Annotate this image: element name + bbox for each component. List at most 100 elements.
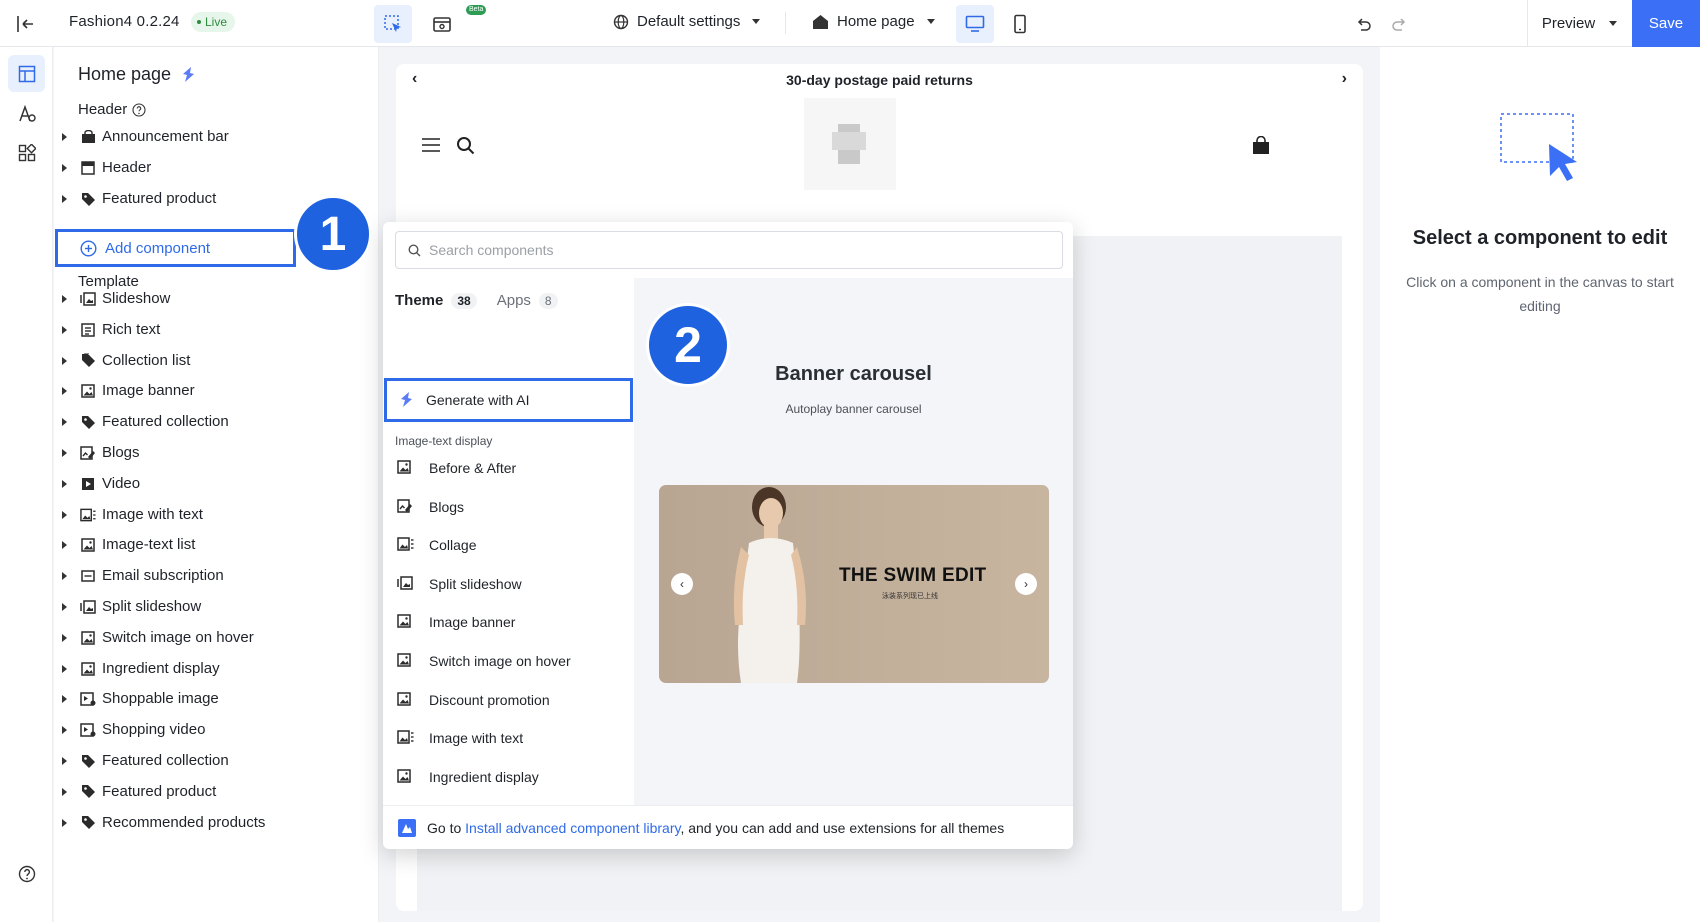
expand-arrow-icon[interactable] — [62, 603, 67, 611]
expand-arrow-icon[interactable] — [62, 295, 67, 303]
sidebar-item-label: Image banner — [102, 382, 195, 400]
sidebar-item[interactable]: Switch image on hover — [54, 623, 378, 653]
select-tool-button[interactable] — [374, 5, 412, 43]
sidebar-item[interactable]: Recommended products — [54, 808, 378, 838]
component-list-item[interactable]: Image banner — [383, 602, 634, 642]
expand-arrow-icon[interactable] — [62, 541, 67, 550]
expand-arrow-icon[interactable] — [62, 818, 67, 827]
sidebar-item[interactable]: Featured collection — [54, 407, 378, 437]
component-list-item[interactable]: Rich text — [383, 795, 634, 805]
menu-icon[interactable] — [421, 137, 441, 157]
exit-icon[interactable] — [12, 11, 38, 37]
expand-arrow-icon[interactable] — [62, 133, 67, 141]
add-component-button[interactable]: Add component — [55, 229, 296, 267]
layout-icon[interactable] — [8, 55, 45, 92]
sidebar-item[interactable]: Email subscription — [54, 561, 378, 591]
library-icon — [398, 818, 416, 837]
expand-arrow-icon[interactable] — [62, 418, 67, 427]
sidebar-item-label: Shoppable image — [102, 690, 219, 708]
expand-arrow-icon[interactable] — [62, 757, 67, 765]
slideshow-icon — [397, 576, 415, 592]
component-list-item[interactable]: Image with text — [383, 718, 634, 758]
search-input[interactable]: Search components — [395, 231, 1063, 269]
sidebar-item[interactable]: Collection list — [54, 346, 378, 376]
sidebar-item[interactable]: Shopping video — [54, 715, 378, 745]
expand-arrow-icon[interactable] — [62, 449, 67, 457]
sidebar-item-label: Image-text list — [102, 536, 196, 554]
install-library-link[interactable]: Install advanced component library — [465, 820, 680, 836]
expand-arrow-icon[interactable] — [62, 664, 67, 673]
chevron-left-icon[interactable]: ‹ — [412, 70, 417, 88]
component-picker: Search components Theme 38 Apps 8 Generate… — [383, 222, 1073, 849]
sidebar-item[interactable]: Featured collection — [54, 746, 378, 776]
chevron-right-icon[interactable]: › — [1342, 70, 1347, 88]
status-badge: Live — [191, 12, 236, 32]
expand-arrow-icon[interactable] — [62, 479, 67, 488]
app-title: Fashion4 0.2.24 — [69, 13, 180, 30]
expand-arrow-icon[interactable] — [62, 510, 67, 519]
sidebar-item[interactable]: Image with text — [54, 500, 378, 530]
component-list-item[interactable]: Split slideshow — [383, 564, 634, 604]
preview-button[interactable]: Preview — [1527, 0, 1631, 47]
sidebar-item[interactable]: Rich text — [54, 315, 378, 345]
component-list-item[interactable]: Switch image on hover — [383, 641, 634, 681]
tag-icon — [80, 753, 96, 769]
settings-dropdown[interactable]: Default settings — [613, 13, 761, 30]
announcement-text: 30-day postage paid returns — [786, 72, 973, 88]
video-icon — [80, 476, 96, 492]
undo-button[interactable] — [1345, 5, 1383, 43]
component-list: Theme 38 Apps 8 Generate with AI Image-tex… — [383, 278, 634, 805]
announcement-bar[interactable]: ‹ 30-day postage paid returns › — [396, 64, 1363, 96]
sidebar-item[interactable]: Shoppable image — [54, 684, 378, 714]
search-icon[interactable] — [456, 136, 475, 159]
expand-arrow-icon[interactable] — [62, 633, 67, 642]
component-list-item[interactable]: Discount promotion — [383, 680, 634, 720]
expand-arrow-icon[interactable] — [62, 195, 67, 203]
store-logo[interactable] — [804, 98, 896, 190]
expand-arrow-icon[interactable] — [62, 356, 67, 365]
save-button[interactable]: Save — [1632, 0, 1700, 47]
sidebar-item[interactable]: Announcement bar — [54, 122, 378, 152]
sidebar-item[interactable]: Blogs — [54, 438, 378, 468]
component-list-item[interactable]: Before & After — [383, 448, 634, 488]
expand-arrow-icon[interactable] — [62, 787, 67, 796]
cart-icon[interactable] — [1252, 135, 1270, 159]
tab-apps[interactable]: Apps 8 — [497, 292, 558, 309]
email-icon — [80, 568, 96, 584]
tag-icon — [80, 784, 96, 800]
sidebar-item[interactable]: Header — [54, 153, 378, 183]
sidebar-item[interactable]: Image banner — [54, 376, 378, 406]
sidebar-item[interactable]: Slideshow — [54, 284, 378, 314]
sidebar-item[interactable]: Featured product — [54, 777, 378, 807]
expand-arrow-icon[interactable] — [62, 726, 67, 735]
tag-icon — [80, 191, 96, 207]
beta-badge: Beta — [466, 5, 487, 15]
sidebar-item[interactable]: Ingredient display — [54, 654, 378, 684]
expand-arrow-icon[interactable] — [62, 695, 67, 704]
sidebar-item[interactable]: Video — [54, 469, 378, 499]
ai-icon — [401, 392, 412, 407]
expand-arrow-icon[interactable] — [62, 325, 67, 334]
component-list-item[interactable]: Blogs — [383, 487, 634, 527]
theme-style-icon[interactable] — [8, 95, 45, 132]
apps-icon[interactable] — [8, 134, 45, 171]
expand-arrow-icon[interactable] — [62, 164, 67, 172]
component-list-item[interactable]: Collage — [383, 525, 634, 565]
component-list-item[interactable]: Ingredient display — [383, 757, 634, 797]
expand-arrow-icon[interactable] — [62, 387, 67, 396]
help-icon[interactable] — [8, 855, 45, 892]
tab-theme[interactable]: Theme 38 — [395, 292, 477, 309]
schedule-tool-button[interactable] — [423, 5, 461, 43]
image-icon — [80, 661, 96, 677]
expand-arrow-icon[interactable] — [62, 572, 67, 581]
sidebar-item[interactable]: Image-text list — [54, 530, 378, 560]
mobile-view-button[interactable] — [1001, 5, 1039, 43]
component-item-label: Switch image on hover — [429, 653, 571, 669]
page-dropdown[interactable]: Home page — [812, 13, 935, 30]
sidebar-item-label: Recommended products — [102, 813, 266, 831]
desktop-view-button[interactable] — [956, 5, 994, 43]
generate-with-ai-button[interactable]: Generate with AI — [384, 378, 633, 422]
sidebar-item[interactable]: Split slideshow — [54, 592, 378, 622]
redo-button[interactable] — [1380, 5, 1418, 43]
library-footer: Go to Install advanced component library… — [383, 805, 1073, 849]
